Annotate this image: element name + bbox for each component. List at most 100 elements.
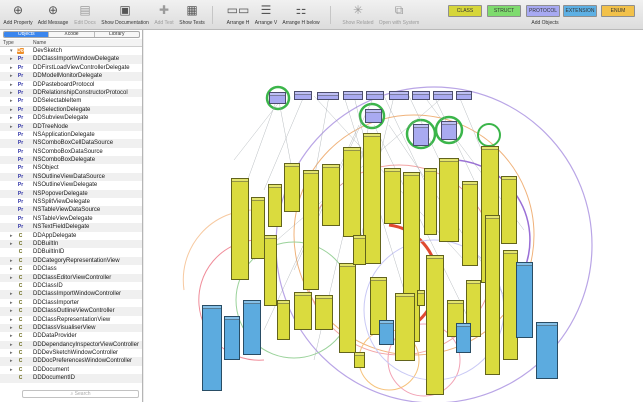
tree-row[interactable]: ▸ Pr DDClassImportWindowDelegate: [0, 55, 142, 64]
tree-row[interactable]: Pr NSTableViewDataSource: [0, 206, 142, 215]
class-node[interactable]: [501, 176, 517, 244]
disclosure-triangle-icon[interactable]: ▸: [10, 316, 13, 324]
disclosure-triangle-icon[interactable]: ▸: [10, 106, 13, 114]
tree-row[interactable]: ▸ C DDClass: [0, 265, 142, 273]
tree-row[interactable]: ▸ Pr DDFirstLoadViewControllerDelegate: [0, 64, 142, 72]
tree-row[interactable]: Pr NSSplitViewDelegate: [0, 198, 142, 206]
tree-row[interactable]: ▸ C DDDevSketchWindowController: [0, 349, 142, 357]
class-node[interactable]: [353, 235, 366, 265]
disclosure-triangle-icon[interactable]: ▸: [10, 299, 13, 307]
diagram-canvas[interactable]: [144, 30, 643, 402]
disclosure-triangle-icon[interactable]: ▸: [10, 324, 13, 332]
disclosure-triangle-icon[interactable]: ▸: [10, 55, 13, 63]
tree-row[interactable]: C DDClassID: [0, 282, 142, 290]
column-header-name[interactable]: Name: [33, 39, 46, 47]
class-node[interactable]: [339, 263, 356, 353]
add-struct-button[interactable]: STRUCT: [487, 5, 521, 17]
search-field[interactable]: ⌕ Search: [22, 390, 139, 398]
tree-row[interactable]: ▸ C DDAppDelegate: [0, 232, 142, 240]
disclosure-triangle-icon[interactable]: ▸: [10, 307, 13, 315]
arrange-v-button[interactable]: ☰ Arrange V: [253, 1, 279, 29]
protocol-node[interactable]: [343, 91, 363, 100]
tree-row[interactable]: ▸ Pr DDSubviewDelegate: [0, 114, 142, 122]
tree-row[interactable]: Pr NSTableViewDelegate: [0, 215, 142, 223]
extension-node[interactable]: [224, 316, 240, 360]
extension-node[interactable]: [456, 323, 471, 353]
show-related-button[interactable]: ✳ Show Related: [340, 1, 376, 29]
protocol-node[interactable]: [294, 91, 312, 100]
extension-node[interactable]: [202, 305, 222, 391]
tree-row[interactable]: ▸ C DDDocument: [0, 366, 142, 374]
add-test-button[interactable]: ✚ Add Test: [152, 1, 176, 29]
tree-row[interactable]: ▸ C DDCategoryRepresentationView: [0, 256, 142, 266]
class-node[interactable]: [303, 170, 319, 290]
disclosure-triangle-icon[interactable]: ▸: [10, 290, 13, 298]
protocol-node[interactable]: [413, 124, 429, 146]
disclosure-triangle-icon[interactable]: ▸: [10, 81, 13, 89]
tree-row[interactable]: ▸ C DDClassRepresentationView: [0, 316, 142, 324]
disclosure-triangle-icon[interactable]: ▸: [10, 72, 13, 80]
tree-row[interactable]: Pr NSOutlineViewDelegate: [0, 181, 142, 189]
add-extension-button[interactable]: EXTENSION: [563, 5, 597, 17]
class-node[interactable]: [384, 168, 401, 224]
add-property-button[interactable]: ⊕ Add Property: [2, 1, 34, 29]
disclosure-triangle-icon[interactable]: ▸: [10, 123, 13, 131]
add-message-button[interactable]: ⊕ Add Message: [36, 1, 70, 29]
add-class-button[interactable]: CLASS: [448, 5, 482, 17]
disclosure-triangle-icon[interactable]: ▸: [10, 89, 13, 97]
tree-row[interactable]: ▸ C DDDataProvider: [0, 332, 142, 340]
disclosure-triangle-icon[interactable]: ▸: [10, 240, 13, 248]
tree-row[interactable]: ▸ C DDClassVisualiserView: [0, 323, 142, 333]
add-protocol-button[interactable]: PROTOCOL: [526, 5, 560, 17]
protocol-node[interactable]: [389, 91, 409, 100]
arrange-h-button[interactable]: ▭▭ Arrange H: [224, 1, 252, 29]
disclosure-triangle-icon[interactable]: ▸: [10, 349, 13, 357]
extension-node[interactable]: [379, 320, 394, 345]
show-tests-button[interactable]: ▦ Show Tests: [177, 1, 207, 29]
class-node[interactable]: [268, 184, 282, 227]
tree-row[interactable]: Pr NSApplicationDelegate: [0, 131, 142, 139]
class-node[interactable]: [231, 178, 249, 280]
class-node[interactable]: [462, 181, 478, 266]
disclosure-triangle-icon[interactable]: ▸: [10, 357, 13, 365]
protocol-node[interactable]: [366, 91, 384, 100]
extension-node[interactable]: [516, 262, 533, 338]
disclosure-triangle-icon[interactable]: ▸: [10, 332, 13, 340]
tree-row[interactable]: ▸ Pr DDTreeNode: [0, 122, 142, 131]
class-node[interactable]: [395, 293, 415, 361]
class-node[interactable]: [284, 163, 300, 212]
tree-row[interactable]: Pr NSComboBoxDataSource: [0, 148, 142, 156]
edit-docs-button[interactable]: ▤ Edit Docs: [72, 1, 98, 29]
tree-row[interactable]: ▸ C DDDocPreferencesWindowController: [0, 357, 142, 366]
tree-row[interactable]: ▸ Pr DDRelationshipConstructorProtocol: [0, 88, 142, 98]
disclosure-triangle-icon[interactable]: ▸: [10, 366, 13, 374]
protocol-node[interactable]: [412, 91, 430, 100]
tree-row[interactable]: Pr NSOutlineViewDataSource: [0, 172, 142, 182]
tree-row[interactable]: ▸ C DDBuiltIn: [0, 239, 142, 249]
tree-row[interactable]: C DDDocumentID: [0, 374, 142, 383]
tree-row[interactable]: ▸ C DDClassOutlineViewController: [0, 307, 142, 316]
arrange-h-below-button[interactable]: ⚏ Arrange H below: [280, 1, 322, 29]
class-node[interactable]: [417, 290, 425, 306]
tree-row[interactable]: ▸ Pr DDModelMonitorDelegate: [0, 72, 142, 81]
disclosure-triangle-icon[interactable]: ▸: [10, 274, 13, 282]
protocol-node[interactable]: [433, 91, 453, 100]
open-with-system-button[interactable]: ⧉ Open with System: [377, 1, 421, 29]
class-node[interactable]: [251, 197, 265, 259]
protocol-node[interactable]: [365, 109, 382, 123]
disclosure-triangle-icon[interactable]: ▸: [10, 97, 13, 105]
class-node[interactable]: [343, 147, 361, 237]
tab-library[interactable]: Library: [95, 32, 139, 37]
class-node[interactable]: [322, 164, 340, 226]
class-node[interactable]: [315, 295, 333, 330]
class-node[interactable]: [424, 168, 437, 235]
class-node[interactable]: [485, 215, 500, 375]
class-node[interactable]: [294, 292, 312, 330]
tree-row[interactable]: ▸ Pr DDPasteboardProtocol: [0, 81, 142, 89]
disclosure-triangle-icon[interactable]: ▸: [10, 114, 13, 122]
class-node[interactable]: [354, 352, 365, 368]
tree-row[interactable]: Pr NSTextFieldDelegate: [0, 223, 142, 232]
extension-node[interactable]: [536, 322, 558, 379]
tree-row[interactable]: ▸ C DDClassEditorViewController: [0, 273, 142, 282]
tree-row[interactable]: Pr NSComboBoxDelegate: [0, 156, 142, 165]
